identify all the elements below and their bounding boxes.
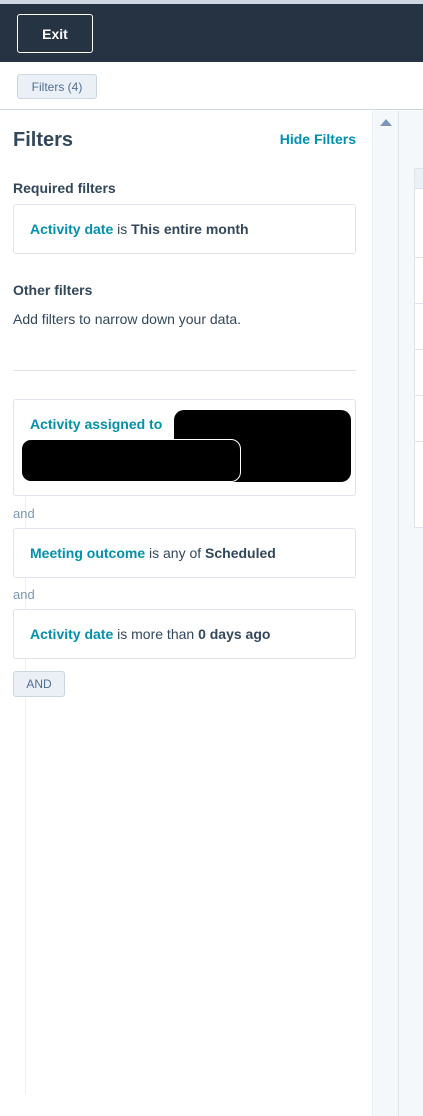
and-connector-line — [25, 495, 26, 1095]
and-joiner-label: and — [13, 587, 35, 602]
top-navigation-bar: Exit — [0, 4, 423, 62]
and-joiner-label: and — [13, 506, 35, 521]
filter-property: Activity assigned to — [30, 416, 163, 432]
filter-operator: is more than — [117, 626, 195, 642]
exit-button[interactable]: Exit — [17, 14, 93, 53]
filter-value: Scheduled — [205, 545, 276, 561]
filter-summary: Activity date is more than 0 days ago — [30, 626, 270, 642]
filter-value: This entire month — [131, 221, 249, 237]
panel-scrollbar[interactable] — [372, 111, 398, 1116]
toolbar: Filters (4) — [0, 62, 423, 110]
filters-panel: Filters Hide Filters Required filters Ac… — [0, 111, 372, 1116]
report-preview-area — [398, 111, 423, 1116]
section-divider — [13, 370, 356, 371]
other-filters-help: Add filters to narrow down your data. — [13, 311, 242, 327]
filter-property: Activity date — [30, 221, 114, 237]
hide-filters-link[interactable]: Hide Filters — [280, 131, 356, 147]
table-row — [415, 441, 423, 442]
filter-summary: Activity date is This entire month — [30, 221, 249, 237]
filter-summary: Meeting outcome is any of Scheduled — [30, 545, 276, 561]
scroll-up-arrow-icon[interactable] — [380, 119, 392, 126]
table-row — [415, 303, 423, 304]
table-row — [415, 349, 423, 350]
filters-toggle-button[interactable]: Filters (4) — [17, 74, 97, 99]
filter-operator: is — [117, 221, 128, 237]
table-header — [415, 169, 423, 189]
filter-card-activity-date[interactable]: Activity date is more than 0 days ago — [13, 609, 356, 659]
redacted-block — [21, 439, 241, 482]
filter-operator: is any of — [149, 545, 202, 561]
filter-summary: Activity assigned to — [30, 416, 162, 432]
filter-property: Activity date — [30, 626, 114, 642]
report-table-card — [414, 168, 423, 528]
filter-card-meeting-outcome[interactable]: Meeting outcome is any of Scheduled — [13, 528, 356, 578]
table-row — [415, 257, 423, 258]
add-and-filter-button[interactable]: AND — [13, 671, 65, 697]
filter-property: Meeting outcome — [30, 545, 146, 561]
filter-value: 0 days ago — [198, 626, 271, 642]
panel-title: Filters — [13, 129, 74, 151]
required-filters-heading: Required filters — [13, 180, 116, 196]
table-row — [415, 395, 423, 396]
required-filter-card[interactable]: Activity date is This entire month — [13, 204, 356, 254]
other-filters-heading: Other filters — [13, 282, 93, 298]
